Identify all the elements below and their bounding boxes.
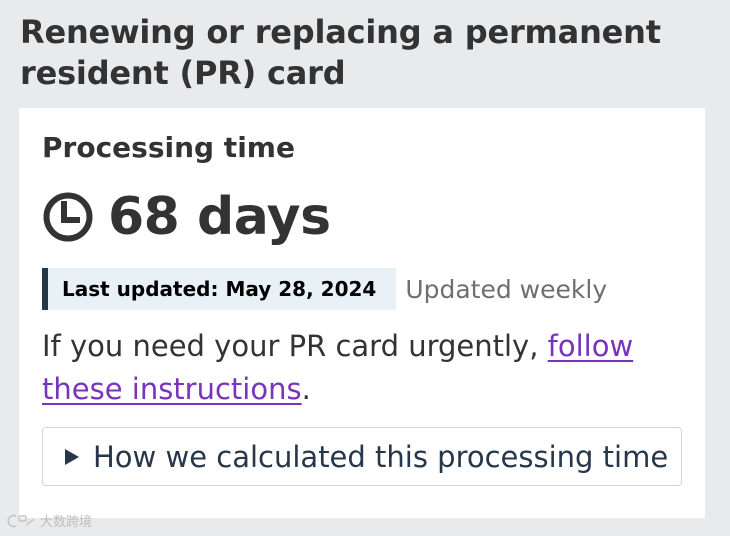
processing-time-card: Processing time 68 days Last updated: Ma… bbox=[19, 108, 705, 518]
update-frequency: Updated weekly bbox=[405, 274, 608, 304]
watermark: 大数跨境 bbox=[7, 511, 92, 530]
processing-time-heading: Processing time bbox=[42, 131, 295, 164]
updated-row: Last updated: May 28, 2024 Updated weekl… bbox=[42, 268, 607, 310]
processing-time-value: 68 days bbox=[108, 187, 331, 247]
urgent-text-before: If you need your PR card urgently, bbox=[42, 329, 548, 363]
watermark-text: 大数跨境 bbox=[40, 515, 93, 530]
clock-icon bbox=[43, 192, 93, 242]
last-updated-badge: Last updated: May 28, 2024 bbox=[42, 268, 397, 310]
how-calculated-details-toggle[interactable]: How we calculated this processing time bbox=[42, 427, 682, 486]
last-updated-label: Last updated: bbox=[62, 277, 219, 301]
page-title: Renewing or replacing a permanent reside… bbox=[20, 13, 661, 92]
details-summary-label: How we calculated this processing time bbox=[93, 439, 669, 474]
urgent-instructions-text: If you need your PR card urgently, follo… bbox=[42, 325, 662, 411]
urgent-text-after: . bbox=[301, 372, 311, 406]
watermark-logo-icon bbox=[7, 514, 35, 527]
processing-time-row: 68 days bbox=[42, 182, 331, 252]
last-updated-date: May 28, 2024 bbox=[225, 277, 377, 301]
triangle-right-icon bbox=[65, 448, 79, 465]
